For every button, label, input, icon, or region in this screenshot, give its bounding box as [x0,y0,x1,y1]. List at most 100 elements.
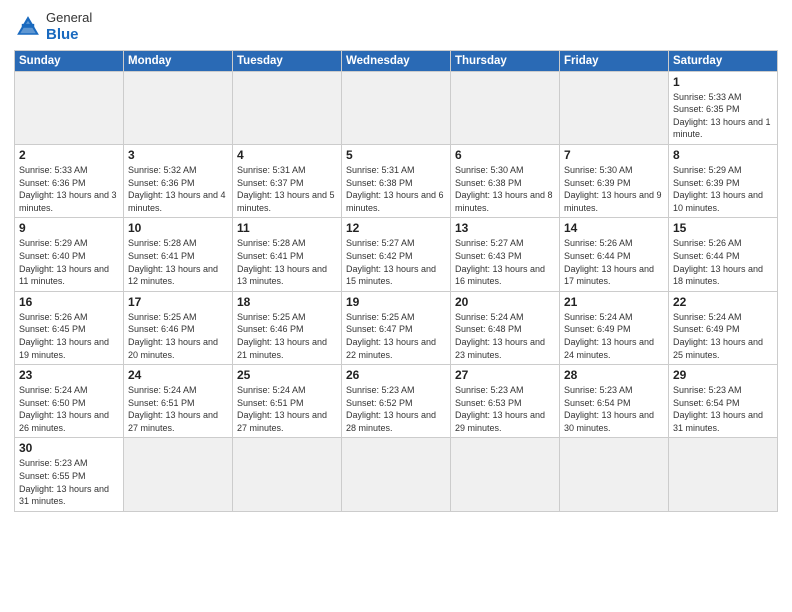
day-cell: 9 Sunrise: 5:29 AM Sunset: 6:40 PM Daylig… [15,218,124,291]
day-cell: 13 Sunrise: 5:27 AM Sunset: 6:43 PM Dayli… [451,218,560,291]
day-cell: 19Sunrise: 5:25 AM Sunset: 6:47 PM Dayli… [342,291,451,364]
day-cell: 11 Sunrise: 5:28 AM Sunset: 6:41 PM Dayli… [233,218,342,291]
day-number: 7 [564,148,664,162]
day-info: Sunrise: 5:26 AM Sunset: 6:44 PM Dayligh… [673,237,773,287]
day-cell: 6Sunrise: 5:30 AM Sunset: 6:38 PM Daylig… [451,144,560,217]
day-info: Sunrise: 5:32 AM Sunset: 6:36 PM Dayligh… [128,164,228,214]
day-info: Sunrise: 5:25 AM Sunset: 6:46 PM Dayligh… [237,311,337,361]
day-info: Sunrise: 5:29 AM Sunset: 6:40 PM Dayligh… [19,237,119,287]
day-number: 26 [346,368,446,382]
day-cell: 25 Sunrise: 5:24 AM Sunset: 6:51 PM Dayli… [233,365,342,438]
day-number: 24 [128,368,228,382]
day-cell: 20 Sunrise: 5:24 AM Sunset: 6:48 PM Dayli… [451,291,560,364]
day-header-tuesday: Tuesday [233,50,342,71]
day-info: Sunrise: 5:28 AM Sunset: 6:41 PM Dayligh… [128,237,228,287]
day-number: 23 [19,368,119,382]
day-cell [451,71,560,144]
day-cell [124,71,233,144]
day-cell: 4Sunrise: 5:31 AM Sunset: 6:37 PM Daylig… [233,144,342,217]
calendar-body: 1 Sunrise: 5:33 AM Sunset: 6:35 PM Daylig… [15,71,778,511]
day-number: 5 [346,148,446,162]
day-info: Sunrise: 5:24 AM Sunset: 6:48 PM Dayligh… [455,311,555,361]
day-number: 22 [673,295,773,309]
week-row-3: 9 Sunrise: 5:29 AM Sunset: 6:40 PM Daylig… [15,218,778,291]
day-cell: 8 Sunrise: 5:29 AM Sunset: 6:39 PM Daylig… [669,144,778,217]
day-cell: 30Sunrise: 5:23 AM Sunset: 6:55 PM Dayli… [15,438,124,511]
day-cell: 1 Sunrise: 5:33 AM Sunset: 6:35 PM Daylig… [669,71,778,144]
day-info: Sunrise: 5:23 AM Sunset: 6:55 PM Dayligh… [19,457,119,507]
day-number: 3 [128,148,228,162]
day-number: 10 [128,221,228,235]
day-cell [15,71,124,144]
day-number: 8 [673,148,773,162]
day-cell: 21 Sunrise: 5:24 AM Sunset: 6:49 PM Dayli… [560,291,669,364]
day-info: Sunrise: 5:24 AM Sunset: 6:50 PM Dayligh… [19,384,119,434]
day-info: Sunrise: 5:23 AM Sunset: 6:52 PM Dayligh… [346,384,446,434]
day-cell: 17 Sunrise: 5:25 AM Sunset: 6:46 PM Dayli… [124,291,233,364]
day-info: Sunrise: 5:25 AM Sunset: 6:46 PM Dayligh… [128,311,228,361]
day-info: Sunrise: 5:23 AM Sunset: 6:53 PM Dayligh… [455,384,555,434]
day-number: 29 [673,368,773,382]
day-cell: 5 Sunrise: 5:31 AM Sunset: 6:38 PM Daylig… [342,144,451,217]
week-row-4: 16Sunrise: 5:26 AM Sunset: 6:45 PM Dayli… [15,291,778,364]
day-number: 1 [673,75,773,89]
day-cell: 22 Sunrise: 5:24 AM Sunset: 6:49 PM Dayli… [669,291,778,364]
day-info: Sunrise: 5:33 AM Sunset: 6:35 PM Dayligh… [673,91,773,141]
day-cell [233,71,342,144]
day-number: 19 [346,295,446,309]
week-row-1: 1 Sunrise: 5:33 AM Sunset: 6:35 PM Daylig… [15,71,778,144]
day-cell [342,438,451,511]
day-header-wednesday: Wednesday [342,50,451,71]
day-info: Sunrise: 5:26 AM Sunset: 6:44 PM Dayligh… [564,237,664,287]
logo-icon [14,13,42,41]
day-info: Sunrise: 5:30 AM Sunset: 6:39 PM Dayligh… [564,164,664,214]
day-cell: 23 Sunrise: 5:24 AM Sunset: 6:50 PM Dayli… [15,365,124,438]
day-info: Sunrise: 5:31 AM Sunset: 6:38 PM Dayligh… [346,164,446,214]
day-cell: 16Sunrise: 5:26 AM Sunset: 6:45 PM Dayli… [15,291,124,364]
day-cell: 2 Sunrise: 5:33 AM Sunset: 6:36 PM Daylig… [15,144,124,217]
day-number: 20 [455,295,555,309]
day-info: Sunrise: 5:24 AM Sunset: 6:49 PM Dayligh… [673,311,773,361]
day-cell [669,438,778,511]
day-header-friday: Friday [560,50,669,71]
day-info: Sunrise: 5:24 AM Sunset: 6:51 PM Dayligh… [237,384,337,434]
day-cell: 15Sunrise: 5:26 AM Sunset: 6:44 PM Dayli… [669,218,778,291]
day-info: Sunrise: 5:27 AM Sunset: 6:43 PM Dayligh… [455,237,555,287]
day-cell [342,71,451,144]
day-info: Sunrise: 5:31 AM Sunset: 6:37 PM Dayligh… [237,164,337,214]
day-info: Sunrise: 5:27 AM Sunset: 6:42 PM Dayligh… [346,237,446,287]
day-number: 27 [455,368,555,382]
day-cell: 28Sunrise: 5:23 AM Sunset: 6:54 PM Dayli… [560,365,669,438]
day-cell: 10 Sunrise: 5:28 AM Sunset: 6:41 PM Dayli… [124,218,233,291]
day-info: Sunrise: 5:29 AM Sunset: 6:39 PM Dayligh… [673,164,773,214]
day-info: Sunrise: 5:33 AM Sunset: 6:36 PM Dayligh… [19,164,119,214]
day-cell: 14 Sunrise: 5:26 AM Sunset: 6:44 PM Dayli… [560,218,669,291]
day-cell: 3 Sunrise: 5:32 AM Sunset: 6:36 PM Daylig… [124,144,233,217]
day-number: 18 [237,295,337,309]
day-cell: 24Sunrise: 5:24 AM Sunset: 6:51 PM Dayli… [124,365,233,438]
day-header-monday: Monday [124,50,233,71]
day-info: Sunrise: 5:30 AM Sunset: 6:38 PM Dayligh… [455,164,555,214]
day-number: 21 [564,295,664,309]
week-row-5: 23 Sunrise: 5:24 AM Sunset: 6:50 PM Dayli… [15,365,778,438]
day-info: Sunrise: 5:23 AM Sunset: 6:54 PM Dayligh… [564,384,664,434]
day-number: 17 [128,295,228,309]
day-cell [560,71,669,144]
day-number: 13 [455,221,555,235]
day-info: Sunrise: 5:28 AM Sunset: 6:41 PM Dayligh… [237,237,337,287]
day-number: 25 [237,368,337,382]
logo-text: General Blue [46,10,92,44]
day-number: 11 [237,221,337,235]
day-cell: 18 Sunrise: 5:25 AM Sunset: 6:46 PM Dayli… [233,291,342,364]
day-cell: 29Sunrise: 5:23 AM Sunset: 6:54 PM Dayli… [669,365,778,438]
day-cell: 27 Sunrise: 5:23 AM Sunset: 6:53 PM Dayli… [451,365,560,438]
day-number: 14 [564,221,664,235]
week-row-6: 30Sunrise: 5:23 AM Sunset: 6:55 PM Dayli… [15,438,778,511]
day-number: 12 [346,221,446,235]
day-number: 16 [19,295,119,309]
day-cell [233,438,342,511]
day-info: Sunrise: 5:24 AM Sunset: 6:49 PM Dayligh… [564,311,664,361]
day-cell: 12 Sunrise: 5:27 AM Sunset: 6:42 PM Dayli… [342,218,451,291]
day-number: 2 [19,148,119,162]
day-number: 9 [19,221,119,235]
